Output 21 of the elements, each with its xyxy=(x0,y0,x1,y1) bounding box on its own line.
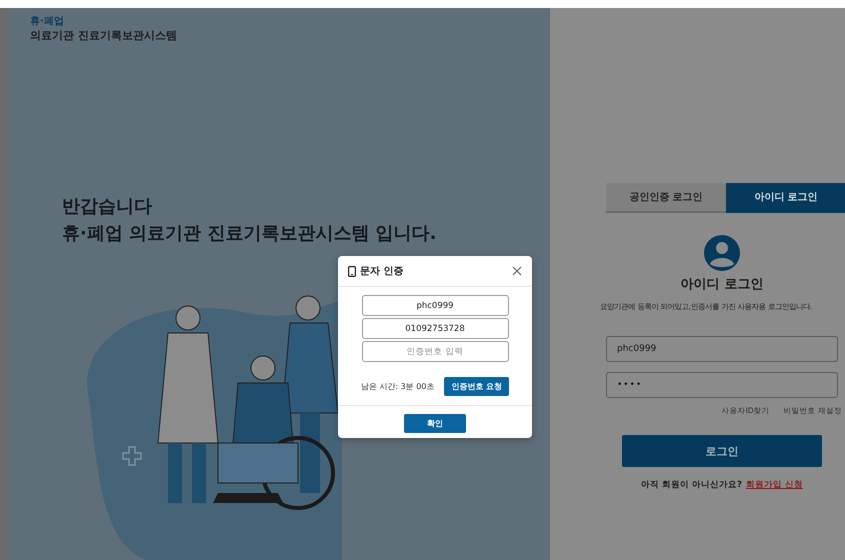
login-tab[interactable]: 공인인증 로그인 xyxy=(606,183,726,213)
username-field[interactable]: phc0999 xyxy=(606,336,838,362)
hero-title: 휴·폐업 의료기관 진료기록보관시스템 입니다. xyxy=(62,222,438,246)
brand-subtitle: 휴·폐업 xyxy=(30,15,65,28)
login-tab[interactable]: 아이디 로그인 xyxy=(726,183,845,213)
hero-greeting: 반갑습니다 xyxy=(62,195,153,219)
close-icon[interactable] xyxy=(512,266,522,276)
remaining-time: 남은 시간: 3분 00초 xyxy=(360,381,434,392)
auth-input-field[interactable]: 01092753728 xyxy=(362,318,508,339)
auth-input-field[interactable]: 인증번호 입력 xyxy=(362,341,508,362)
auth-input-field[interactable]: phc0999 xyxy=(362,295,508,316)
user-avatar-icon xyxy=(704,235,740,271)
signup-prompt: 아직 회원이 아니신가요? xyxy=(641,479,742,491)
login-title: 아이디 로그인 xyxy=(680,276,764,293)
request-code-button[interactable]: 인증번호 요청 xyxy=(444,377,510,396)
login-button[interactable]: 로그인 xyxy=(622,435,822,467)
brand-title: 의료기관 진료기록보관시스템 xyxy=(30,28,178,43)
confirm-button[interactable]: 확인 xyxy=(404,414,466,433)
password-field[interactable]: •••• xyxy=(606,372,838,398)
dialog-title: 문자 인증 xyxy=(360,265,404,278)
phone-icon xyxy=(348,266,356,276)
